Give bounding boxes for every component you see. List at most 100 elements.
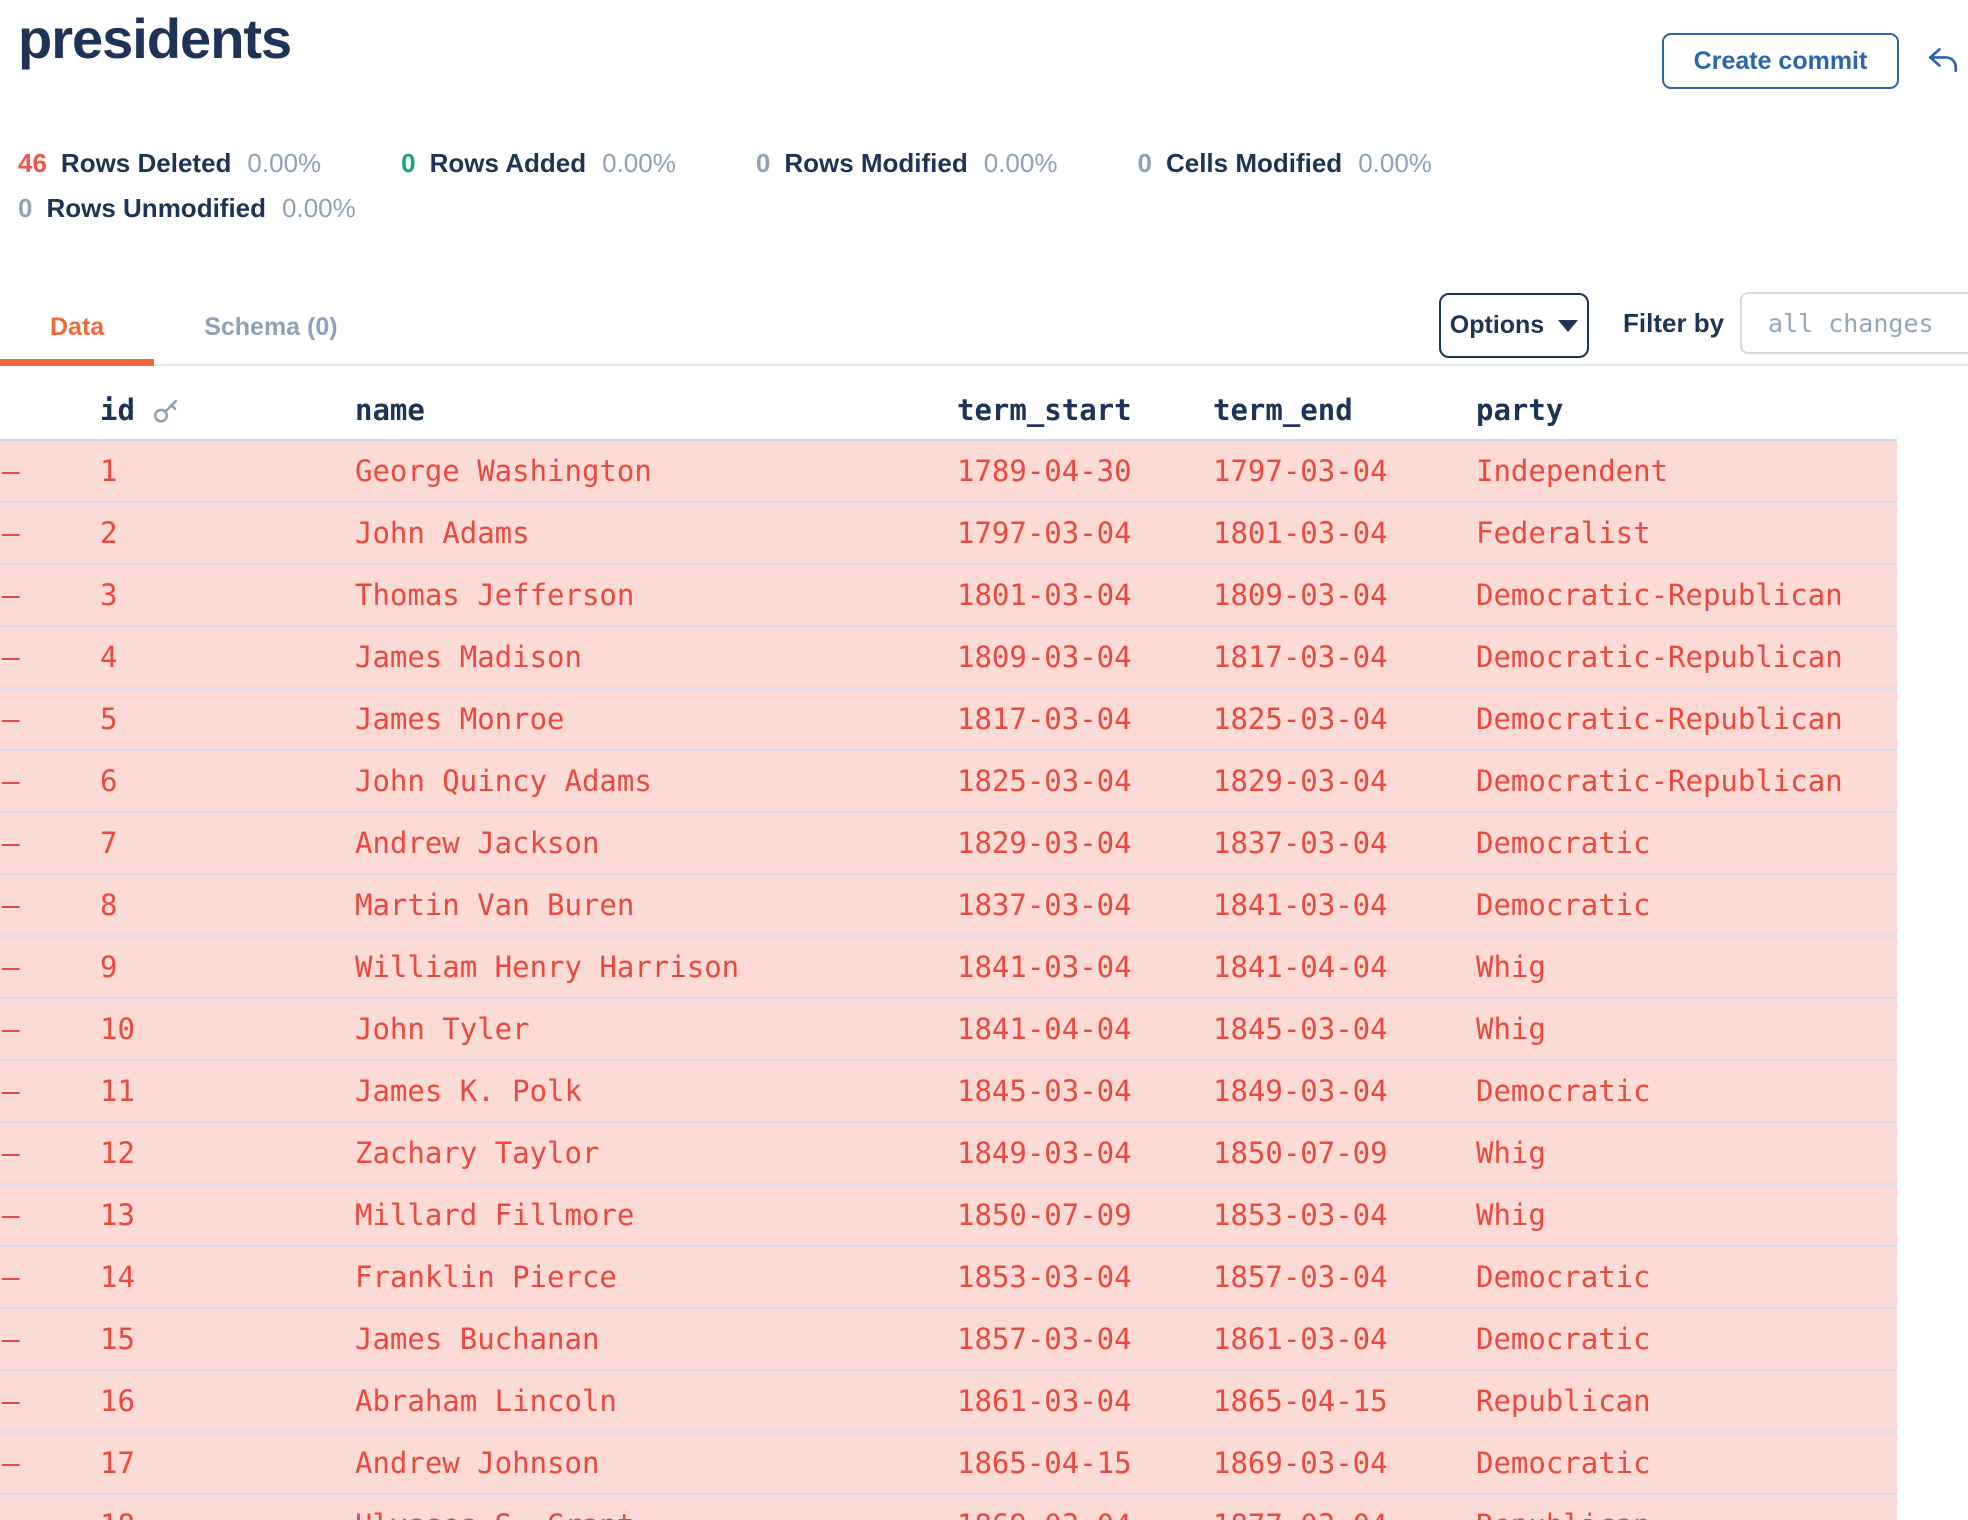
filter-changes-input[interactable] [1740, 292, 1968, 354]
cell-term-end: 1825-03-04 [1213, 702, 1476, 736]
cell-term-end: 1829-03-04 [1213, 764, 1476, 798]
cell-term-start: 1825-03-04 [957, 764, 1213, 798]
diff-table: id name term_start term_end party –1Geor… [0, 380, 1897, 1520]
row-deleted-marker: – [0, 1260, 100, 1294]
row-deleted-marker: – [0, 1508, 100, 1520]
table-row: –13Millard Fillmore1850-07-091853-03-04W… [0, 1185, 1897, 1247]
cell-party: Democratic [1476, 826, 1897, 860]
cell-id: 10 [100, 1012, 355, 1046]
cell-name: John Tyler [355, 1012, 957, 1046]
cell-term-start: 1849-03-04 [957, 1136, 1213, 1170]
cell-term-end: 1849-03-04 [1213, 1074, 1476, 1108]
undo-button[interactable] [1924, 42, 1962, 80]
diff-stats: 46Rows Deleted0.00%0Rows Added0.00%0Rows… [18, 148, 1558, 224]
row-deleted-marker: – [0, 1322, 100, 1356]
stat-percentage: 0.00% [1358, 148, 1432, 179]
table-row: –14Franklin Pierce1853-03-041857-03-04De… [0, 1247, 1897, 1309]
table-row: –8Martin Van Buren1837-03-041841-03-04De… [0, 875, 1897, 937]
primary-key-icon [151, 395, 181, 425]
cell-id: 13 [100, 1198, 355, 1232]
cell-name: John Quincy Adams [355, 764, 957, 798]
cell-term-start: 1797-03-04 [957, 516, 1213, 550]
cell-term-start: 1789-04-30 [957, 454, 1213, 488]
stat-rows-added: 0Rows Added0.00% [401, 148, 676, 179]
table-row: –7Andrew Jackson1829-03-041837-03-04Demo… [0, 813, 1897, 875]
tab-data[interactable]: Data [0, 290, 154, 364]
cell-id: 12 [100, 1136, 355, 1170]
cell-id: 15 [100, 1322, 355, 1356]
cell-term-end: 1865-04-15 [1213, 1384, 1476, 1418]
stat-value: 0 [756, 148, 770, 179]
cell-party: Democratic [1476, 1074, 1897, 1108]
column-header-term-start: term_start [957, 393, 1213, 427]
cell-name: Ulysses S. Grant [355, 1508, 957, 1520]
cell-term-end: 1845-03-04 [1213, 1012, 1476, 1046]
cell-term-end: 1841-03-04 [1213, 888, 1476, 922]
cell-term-end: 1877-03-04 [1213, 1508, 1476, 1520]
row-deleted-marker: – [0, 1446, 100, 1480]
cell-party: Whig [1476, 1198, 1897, 1232]
cell-name: James Buchanan [355, 1322, 957, 1356]
row-deleted-marker: – [0, 888, 100, 922]
page-title: presidents [18, 6, 291, 71]
cell-name: Zachary Taylor [355, 1136, 957, 1170]
table-row: –18Ulysses S. Grant1869-03-041877-03-04R… [0, 1495, 1897, 1520]
cell-name: Abraham Lincoln [355, 1384, 957, 1418]
cell-party: Democratic [1476, 1446, 1897, 1480]
create-commit-button[interactable]: Create commit [1662, 33, 1899, 89]
cell-term-end: 1857-03-04 [1213, 1260, 1476, 1294]
cell-id: 1 [100, 454, 355, 488]
cell-party: Federalist [1476, 516, 1897, 550]
cell-id: 4 [100, 640, 355, 674]
column-header-id: id [100, 393, 355, 427]
cell-id: 9 [100, 950, 355, 984]
stat-label: Rows Deleted [61, 148, 232, 179]
stat-percentage: 0.00% [247, 148, 321, 179]
stat-label: Cells Modified [1166, 148, 1342, 179]
options-button[interactable]: Options [1439, 293, 1589, 358]
cell-name: John Adams [355, 516, 957, 550]
cell-id: 3 [100, 578, 355, 612]
filter-by-label: Filter by [1623, 308, 1724, 339]
row-deleted-marker: – [0, 1074, 100, 1108]
cell-id: 5 [100, 702, 355, 736]
table-row: –4James Madison1809-03-041817-03-04Democ… [0, 627, 1897, 689]
table-row: –11James K. Polk1845-03-041849-03-04Demo… [0, 1061, 1897, 1123]
row-deleted-marker: – [0, 1012, 100, 1046]
table-header-row: id name term_start term_end party [0, 380, 1897, 441]
cell-party: Democratic-Republican [1476, 702, 1897, 736]
stat-value: 0 [401, 148, 415, 179]
diff-page: presidents Create commit 46Rows Deleted0… [0, 0, 1968, 1520]
cell-party: Republican [1476, 1508, 1897, 1520]
cell-name: James Madison [355, 640, 957, 674]
cell-term-start: 1809-03-04 [957, 640, 1213, 674]
stat-rows-modified: 0Rows Modified0.00% [756, 148, 1058, 179]
cell-party: Democratic [1476, 1260, 1897, 1294]
row-deleted-marker: – [0, 454, 100, 488]
cell-term-start: 1841-04-04 [957, 1012, 1213, 1046]
cell-term-end: 1861-03-04 [1213, 1322, 1476, 1356]
row-deleted-marker: – [0, 516, 100, 550]
cell-term-start: 1801-03-04 [957, 578, 1213, 612]
cell-id: 8 [100, 888, 355, 922]
column-header-name: name [355, 393, 957, 427]
cell-term-end: 1850-07-09 [1213, 1136, 1476, 1170]
active-tab-underline [0, 359, 154, 366]
stat-label: Rows Modified [784, 148, 967, 179]
column-header-party: party [1476, 393, 1897, 427]
cell-term-start: 1853-03-04 [957, 1260, 1213, 1294]
row-deleted-marker: – [0, 1384, 100, 1418]
tab-schema[interactable]: Schema (0) [154, 290, 387, 364]
cell-party: Whig [1476, 950, 1897, 984]
stat-rows-unmodified: 0Rows Unmodified0.00% [18, 193, 356, 224]
cell-name: Millard Fillmore [355, 1198, 957, 1232]
cell-party: Whig [1476, 1012, 1897, 1046]
row-deleted-marker: – [0, 702, 100, 736]
table-row: –5James Monroe1817-03-041825-03-04Democr… [0, 689, 1897, 751]
row-deleted-marker: – [0, 578, 100, 612]
cell-party: Democratic-Republican [1476, 764, 1897, 798]
table-row: –1George Washington1789-04-301797-03-04I… [0, 441, 1897, 503]
cell-id: 11 [100, 1074, 355, 1108]
table-row: –3Thomas Jefferson1801-03-041809-03-04De… [0, 565, 1897, 627]
stat-value: 0 [1137, 148, 1151, 179]
